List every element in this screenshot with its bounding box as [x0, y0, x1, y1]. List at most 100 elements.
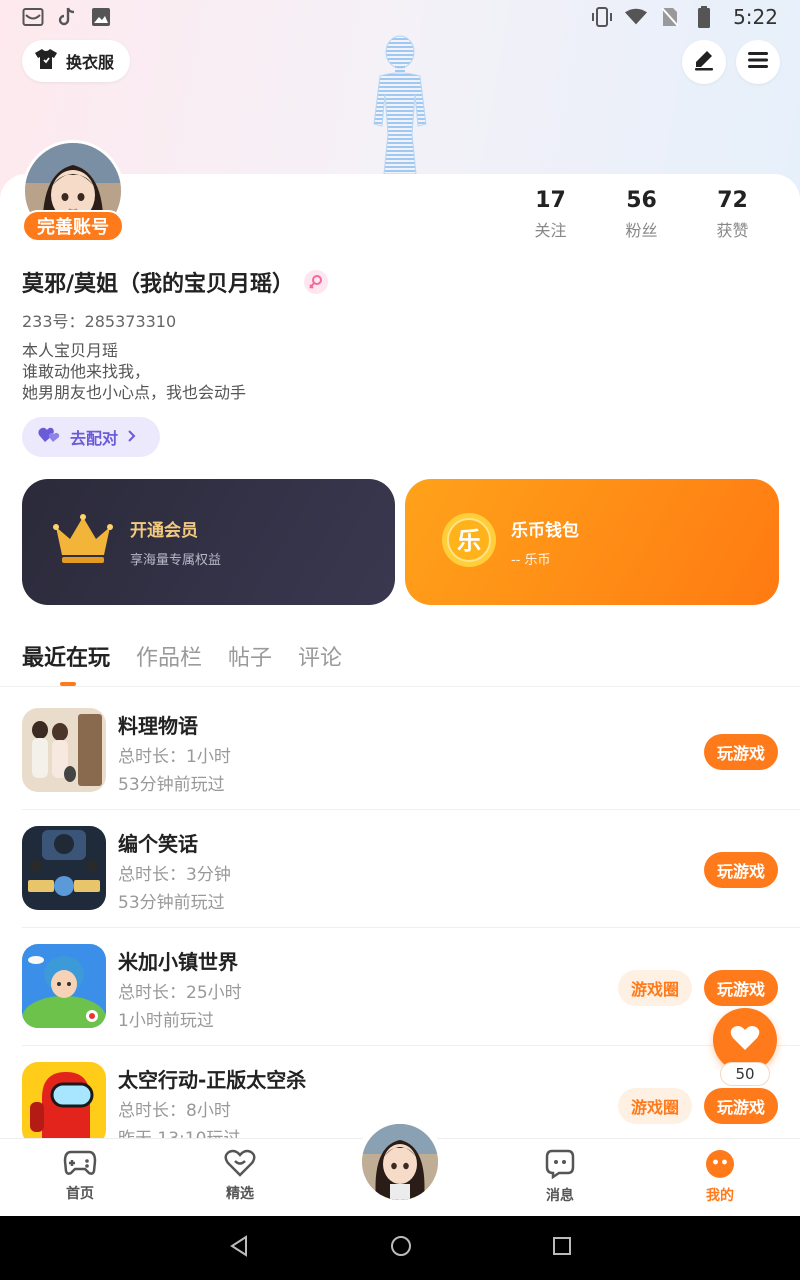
mail-icon: [22, 6, 44, 28]
wifi-icon: [625, 6, 648, 28]
game-last-played: 1小时前玩过: [118, 1011, 214, 1031]
female-gender-icon: [304, 270, 329, 294]
tiktok-icon: [56, 6, 78, 28]
game-last-played: 53分钟前玩过: [118, 775, 225, 795]
system-navigation-bar: [0, 1216, 800, 1280]
stat-value: 17: [535, 188, 566, 213]
vip-subtitle: 享海量专属权益: [130, 553, 222, 568]
stat-followers[interactable]: 56 粉丝: [596, 188, 687, 241]
play-game-button[interactable]: 玩游戏: [704, 852, 778, 888]
profile-avatar-wrap[interactable]: 完善账号: [22, 140, 124, 242]
heart-icon: [730, 1025, 760, 1055]
game-icon-cooking[interactable]: [22, 708, 106, 792]
vip-membership-card[interactable]: 开通会员 享海量专属权益: [22, 479, 395, 605]
bio-line: 她男朋友也小心点，我也会动手: [22, 383, 247, 402]
game-duration: 总时长：25小时: [118, 983, 242, 1003]
menu-button[interactable]: [736, 40, 780, 84]
nav-avatar-button[interactable]: [356, 1118, 444, 1206]
game-name: 编个笑话: [118, 832, 198, 856]
nav-messages[interactable]: 消息: [520, 1149, 600, 1205]
game-name: 米加小镇世界: [118, 950, 238, 974]
game-circle-button[interactable]: 游戏圈: [618, 970, 692, 1006]
nav-mine[interactable]: 我的: [680, 1149, 760, 1205]
stat-label: 获赞: [716, 221, 749, 240]
coin-icon: 乐: [441, 512, 497, 572]
image-icon: [90, 6, 112, 28]
divider: [0, 686, 800, 687]
nav-label: 我的: [706, 1188, 734, 1204]
profile-tabs: 最近在玩 作品栏 帖子 评论: [22, 640, 342, 686]
game-icon-space-action[interactable]: [22, 1062, 106, 1146]
clock: 5:22: [733, 5, 778, 29]
edit-profile-button[interactable]: [682, 40, 726, 84]
tab-posts[interactable]: 帖子: [228, 640, 272, 672]
nickname-text: 莫邪/莫姐（我的宝贝月瑶）: [22, 272, 295, 297]
crown-icon: [52, 513, 114, 571]
game-icon-joke[interactable]: [22, 826, 106, 910]
pen-icon: [693, 49, 715, 75]
user-id: 233号：285373310: [22, 312, 177, 331]
tab-comments[interactable]: 评论: [298, 640, 342, 672]
play-game-button[interactable]: 玩游戏: [704, 1088, 778, 1124]
stat-value: 72: [717, 188, 748, 213]
coin-glyph: 乐: [457, 527, 481, 555]
nav-label: 消息: [546, 1188, 574, 1204]
game-duration: 总时长：8小时: [118, 1101, 231, 1121]
bio-line: 谁敢动他来找我，: [22, 362, 151, 381]
game-icon-miga-town[interactable]: [22, 944, 106, 1028]
nav-label: 首页: [66, 1186, 94, 1202]
status-bar: 5:22: [0, 0, 800, 34]
avatar-figure-preview[interactable]: [360, 34, 440, 175]
game-circle-button[interactable]: 游戏圈: [618, 1088, 692, 1124]
profile-stats: 17 关注 56 粉丝 72 获赞: [505, 188, 778, 241]
list-item[interactable]: 编个笑话 总时长：3分钟 53分钟前玩过 玩游戏: [0, 810, 800, 928]
tshirt-icon: [34, 48, 58, 74]
stat-label: 关注: [534, 221, 567, 240]
game-name: 太空行动-正版太空杀: [118, 1068, 307, 1092]
tab-recently-played[interactable]: 最近在玩: [22, 640, 110, 686]
avatar: [362, 1124, 438, 1200]
game-duration: 总时长：3分钟: [118, 865, 231, 885]
nav-label: 精选: [226, 1186, 254, 1202]
play-game-button[interactable]: 玩游戏: [704, 970, 778, 1006]
change-outfit-button[interactable]: 换衣服: [22, 40, 131, 82]
gamepad-icon: [63, 1150, 97, 1181]
chevron-right-icon: [126, 428, 136, 447]
hamburger-menu-icon: [747, 50, 769, 74]
list-item[interactable]: 料理物语 总时长：1小时 53分钟前玩过 玩游戏: [0, 692, 800, 810]
no-sim-icon: [659, 6, 681, 28]
stat-label: 粉丝: [625, 221, 658, 240]
hearts-icon: [38, 426, 62, 448]
home-icon[interactable]: [390, 1235, 412, 1261]
wallet-balance: -- 乐币: [511, 553, 551, 568]
heart-outline-icon: [224, 1149, 256, 1181]
stat-likes[interactable]: 72 获赞: [687, 188, 778, 241]
game-duration: 总时长：1小时: [118, 747, 231, 767]
game-name: 料理物语: [118, 714, 198, 738]
battery-icon: [693, 6, 715, 28]
bio-line: 本人宝贝月瑶: [22, 341, 119, 360]
face-icon: [705, 1150, 735, 1183]
profile-bio: 本人宝贝月瑶 谁敢动他来找我， 她男朋友也小心点，我也会动手: [22, 340, 246, 403]
vip-title: 开通会员: [130, 521, 198, 541]
chat-icon: [545, 1149, 575, 1183]
nav-featured[interactable]: 精选: [200, 1149, 280, 1203]
vibrate-icon: [591, 6, 613, 28]
pair-label: 去配对: [70, 429, 119, 448]
wallet-title: 乐币钱包: [511, 521, 579, 541]
stat-value: 56: [626, 188, 657, 213]
list-item[interactable]: 米加小镇世界 总时长：25小时 1小时前玩过 游戏圈 玩游戏: [0, 928, 800, 1046]
recents-icon[interactable]: [552, 1236, 572, 1260]
change-outfit-label: 换衣服: [66, 53, 115, 72]
coin-wallet-card[interactable]: 乐 乐币钱包 -- 乐币: [405, 479, 779, 605]
nav-home[interactable]: 首页: [40, 1149, 120, 1203]
like-count: 50: [720, 1062, 770, 1086]
back-icon[interactable]: [228, 1235, 250, 1261]
complete-account-badge[interactable]: 完善账号: [22, 210, 124, 242]
tab-works[interactable]: 作品栏: [136, 640, 202, 672]
stat-following[interactable]: 17 关注: [505, 188, 596, 241]
pair-button[interactable]: 去配对: [22, 417, 160, 457]
game-last-played: 53分钟前玩过: [118, 893, 225, 913]
play-game-button[interactable]: 玩游戏: [704, 734, 778, 770]
recent-games-list: 料理物语 总时长：1小时 53分钟前玩过 玩游戏 编个笑话 总时长：3分钟 53…: [0, 692, 800, 1164]
